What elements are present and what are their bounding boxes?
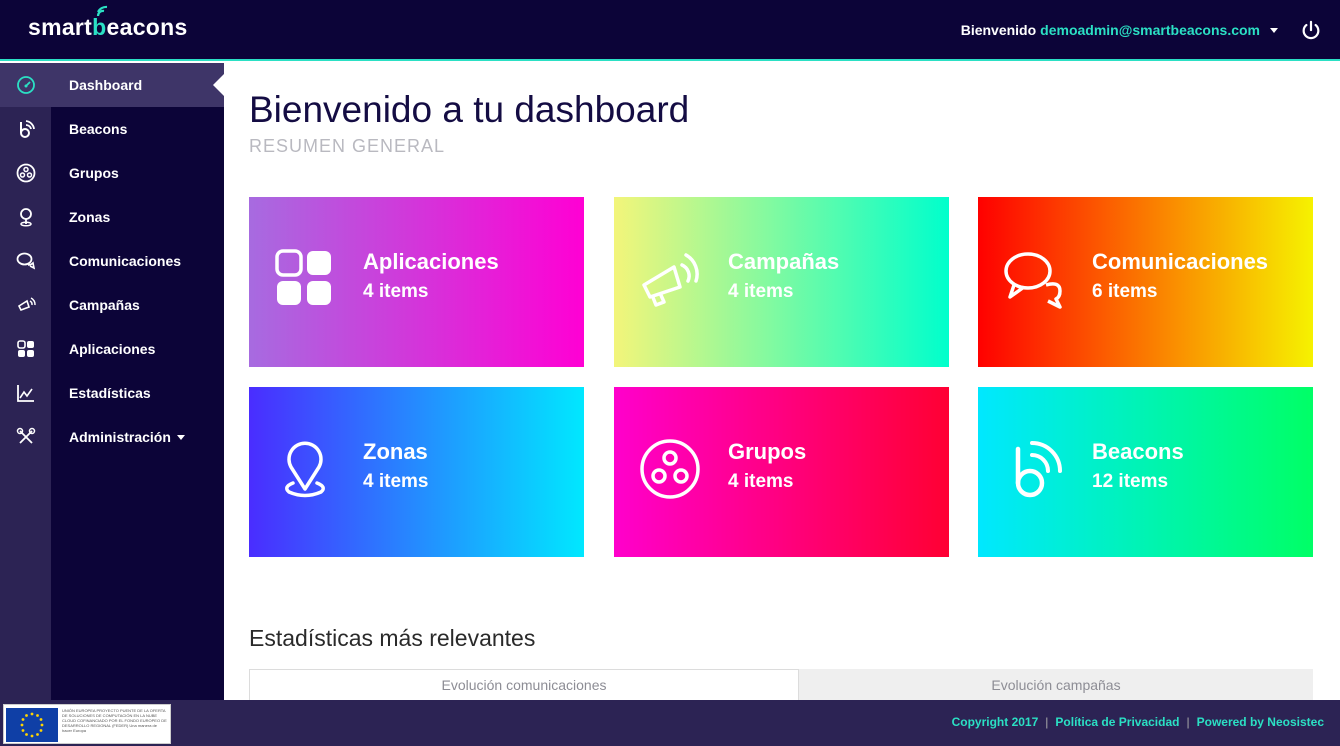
groups-icon[interactable]	[0, 151, 51, 195]
card-title: Campañas	[728, 249, 840, 274]
logo-text-start: smart	[28, 14, 93, 40]
page-subtitle: RESUMEN GENERAL	[249, 136, 446, 156]
card-campanas[interactable]: Campañas 4 items	[614, 197, 949, 367]
tab-evolucion-campanas[interactable]: Evolución campañas	[799, 669, 1313, 700]
smartbeacons-logo[interactable]: smart b eacons	[28, 5, 188, 41]
sidebar-item-dashboard[interactable]: Dashboard	[51, 63, 224, 107]
megaphone-icon[interactable]	[0, 283, 51, 327]
tab-evolucion-comunicaciones[interactable]: Evolución comunicaciones	[249, 669, 799, 700]
sidebar-item-campanas[interactable]: Campañas	[51, 283, 224, 327]
eu-flag-icon	[6, 708, 58, 742]
card-title: Comunicaciones	[1092, 249, 1269, 274]
page-title: Bienvenido a tu dashboard	[249, 89, 690, 130]
footer-links: Copyright 2017 | Política de Privacidad …	[951, 715, 1324, 729]
stats-chart-icon[interactable]	[0, 371, 51, 415]
card-count: 4 items	[728, 471, 794, 492]
apps-grid-icon	[275, 249, 331, 305]
welcome-label: Bienvenido	[960, 22, 1037, 38]
card-count: 4 items	[363, 471, 429, 492]
megaphone-icon	[642, 253, 699, 307]
chevron-down-icon	[176, 434, 185, 440]
stats-tabs: Evolución comunicaciones Evolución campa…	[249, 669, 1313, 700]
chat-bubbles-icon[interactable]	[0, 239, 51, 283]
sidebar-item-estadisticas[interactable]: Estadísticas	[51, 371, 224, 415]
location-pin-icon	[285, 441, 325, 498]
logo-signal-icon	[97, 5, 108, 17]
card-title: Grupos	[728, 439, 807, 464]
power-icon[interactable]	[1300, 20, 1322, 42]
top-bar: smart b eacons Bienvenido demoadmin@smar…	[0, 0, 1340, 61]
sidebar-icon-rail	[0, 63, 51, 700]
sidebar-item-zonas[interactable]: Zonas	[51, 195, 224, 239]
logo-text-end: eacons	[106, 14, 188, 40]
eu-funding-text: UNIÓN EUROPEA PROYECTO PUENTE DE LA OFER…	[62, 708, 167, 733]
card-count: 4 items	[728, 281, 794, 302]
footer: UNIÓN EUROPEA PROYECTO PUENTE DE LA OFER…	[0, 700, 1340, 746]
card-aplicaciones[interactable]: Aplicaciones 4 items	[249, 197, 584, 367]
logo-b: b	[92, 5, 108, 41]
privacy-policy-link[interactable]: Política de Privacidad	[1055, 715, 1179, 729]
card-count: 6 items	[1092, 281, 1158, 302]
sidebar-item-administracion[interactable]: Administración	[51, 415, 224, 459]
user-menu[interactable]: Bienvenido demoadmin@smartbeacons.com	[961, 22, 1278, 38]
copyright-text: Copyright 2017	[951, 715, 1039, 729]
sidebar-item-beacons[interactable]: Beacons	[51, 107, 224, 151]
tools-icon[interactable]	[0, 415, 51, 459]
dashboard-gauge-icon[interactable]	[0, 63, 51, 107]
main-content: Bienvenido a tu dashboard RESUMEN GENERA…	[224, 63, 1340, 700]
beacon-icon	[1015, 441, 1062, 498]
groups-icon	[640, 439, 700, 499]
card-beacons[interactable]: Beacons 12 items	[978, 387, 1313, 557]
location-pin-icon[interactable]	[0, 195, 51, 239]
apps-grid-icon[interactable]	[0, 327, 51, 371]
sidebar-item-comunicaciones[interactable]: Comunicaciones	[51, 239, 224, 283]
card-zonas[interactable]: Zonas 4 items	[249, 387, 584, 557]
card-title: Zonas	[363, 439, 428, 464]
user-email[interactable]: demoadmin@smartbeacons.com	[1040, 22, 1260, 38]
sidebar-item-grupos[interactable]: Grupos	[51, 151, 224, 195]
card-grupos[interactable]: Grupos 4 items	[614, 387, 949, 557]
card-count: 4 items	[363, 281, 429, 302]
card-comunicaciones[interactable]: Comunicaciones 6 items	[978, 197, 1313, 367]
card-count: 12 items	[1092, 471, 1169, 492]
sidebar-item-aplicaciones[interactable]: Aplicaciones	[51, 327, 224, 371]
sidebar-nav: Dashboard Beacons Grupos Zonas Comunicac…	[51, 63, 224, 700]
eu-funding-logo: UNIÓN EUROPEA PROYECTO PUENTE DE LA OFER…	[3, 704, 171, 744]
chat-bubbles-icon	[1004, 252, 1062, 309]
powered-by-link[interactable]: Powered by Neosistec	[1197, 715, 1324, 729]
chevron-down-icon[interactable]	[1270, 27, 1278, 33]
card-title: Aplicaciones	[363, 249, 499, 274]
card-title: Beacons	[1092, 439, 1184, 464]
beacon-icon[interactable]	[0, 107, 51, 151]
stats-section-title: Estadísticas más relevantes	[249, 625, 536, 651]
